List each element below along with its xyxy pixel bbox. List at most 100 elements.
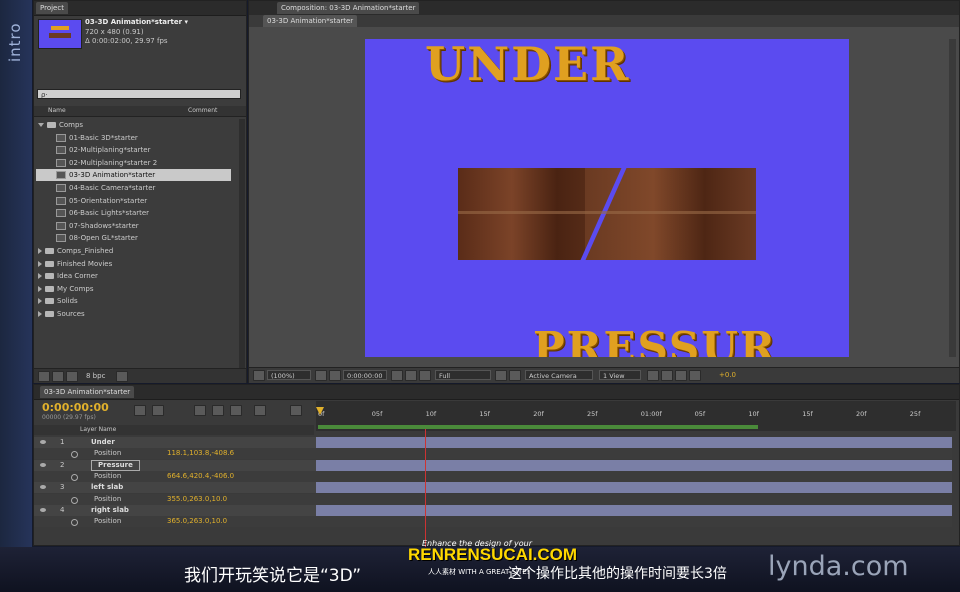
new-comp-icon[interactable] bbox=[66, 371, 78, 382]
expand-arrow-icon[interactable] bbox=[38, 123, 44, 127]
zoom-dropdown[interactable]: (100%) bbox=[267, 370, 311, 380]
mini-flowchart-icon[interactable] bbox=[152, 405, 164, 416]
layer-row[interactable]: 2 Pressure bbox=[34, 459, 952, 471]
project-comp-item[interactable]: 08-Open GL*starter bbox=[36, 232, 256, 244]
graph-editor-icon[interactable] bbox=[290, 405, 302, 416]
visibility-eye-icon[interactable] bbox=[40, 485, 46, 490]
transparency-grid-icon[interactable] bbox=[509, 370, 521, 381]
stopwatch-icon[interactable] bbox=[71, 473, 78, 481]
views-dropdown[interactable]: 1 View bbox=[599, 370, 641, 380]
project-folder-item[interactable]: My Comps bbox=[36, 283, 238, 295]
layer-name[interactable]: left slab bbox=[91, 482, 123, 493]
layer-row[interactable]: 3 left slab bbox=[34, 482, 952, 494]
expand-arrow-icon[interactable] bbox=[38, 248, 42, 254]
expand-arrow-icon[interactable] bbox=[38, 298, 42, 305]
trash-icon[interactable] bbox=[116, 371, 128, 382]
comp-sub-tab[interactable]: 03-3D Animation*starter bbox=[263, 15, 358, 27]
property-row[interactable]: Position 664.6,420.4,-406.0 bbox=[34, 470, 952, 482]
layer-name[interactable]: Pressure bbox=[91, 459, 140, 471]
camera-dropdown[interactable]: Active Camera bbox=[525, 370, 593, 380]
project-comp-item[interactable]: 04-Basic Camera*starter bbox=[36, 182, 256, 194]
always-preview-icon[interactable] bbox=[253, 370, 265, 381]
layer-right-slab[interactable] bbox=[585, 168, 756, 260]
motion-blur-icon[interactable] bbox=[254, 405, 266, 416]
visibility-eye-icon[interactable] bbox=[40, 507, 46, 512]
property-name[interactable]: Position bbox=[94, 494, 121, 505]
grid-icon[interactable] bbox=[315, 370, 327, 381]
project-folder-item[interactable]: Finished Movies bbox=[36, 258, 238, 270]
layer-name-col[interactable]: Layer Name bbox=[80, 426, 116, 433]
layer-row[interactable]: 4 right slab bbox=[34, 504, 952, 516]
project-comp-item[interactable]: 07-Shadows*starter bbox=[36, 220, 256, 232]
side-tab[interactable]: intro bbox=[0, 0, 32, 592]
project-comp-item[interactable]: 02-Multiplaning*starter bbox=[36, 144, 256, 156]
layer-duration-bar[interactable] bbox=[316, 482, 952, 494]
stopwatch-icon[interactable] bbox=[71, 519, 78, 527]
project-comp-item[interactable]: 01-Basic 3D*starter bbox=[36, 132, 256, 144]
position-value[interactable]: 118.1,103.8,-408.6 bbox=[167, 448, 234, 459]
project-comp-item[interactable]: 06-Basic Lights*starter bbox=[36, 207, 256, 219]
stopwatch-icon[interactable] bbox=[71, 496, 78, 504]
expand-arrow-icon[interactable] bbox=[38, 285, 42, 292]
snapshot-icon[interactable] bbox=[391, 370, 403, 381]
fast-preview-icon[interactable] bbox=[661, 370, 673, 381]
flowchart-icon[interactable] bbox=[689, 370, 701, 381]
expand-arrow-icon[interactable] bbox=[38, 273, 42, 280]
region-icon[interactable] bbox=[495, 370, 507, 381]
layer-duration-bar[interactable] bbox=[316, 437, 952, 448]
project-folder-item[interactable]: Idea Corner bbox=[36, 270, 238, 282]
visibility-eye-icon[interactable] bbox=[40, 462, 46, 467]
layer-duration-bar[interactable] bbox=[316, 459, 952, 471]
property-row[interactable]: Position 355.0,263.0,10.0 bbox=[34, 493, 952, 505]
project-comp-item[interactable]: 05-Orientation*starter bbox=[36, 195, 256, 207]
interpret-footage-icon[interactable] bbox=[38, 371, 50, 382]
property-name[interactable]: Position bbox=[94, 516, 121, 527]
timeline-timecode[interactable]: 0:00:00:00 bbox=[42, 401, 109, 414]
project-search-field[interactable]: ρ· bbox=[37, 89, 241, 99]
comp-scrollbar[interactable] bbox=[949, 39, 956, 357]
position-value[interactable]: 664.6,420.4,-406.0 bbox=[167, 471, 234, 482]
channel-icon[interactable] bbox=[419, 370, 431, 381]
bpc-label[interactable]: 8 bpc bbox=[86, 372, 105, 380]
project-scrollbar[interactable] bbox=[239, 119, 245, 369]
layer-pressure-text[interactable]: PRESSUR bbox=[533, 323, 777, 357]
comp-timecode[interactable]: 0:00:00:00 bbox=[343, 370, 387, 380]
frame-blend-icon[interactable] bbox=[230, 405, 242, 416]
layer-row[interactable]: 1 Under bbox=[34, 437, 952, 448]
search-layers-icon[interactable] bbox=[134, 405, 146, 416]
project-folder-item[interactable]: Comps_Finished bbox=[36, 245, 238, 257]
mask-icon[interactable] bbox=[329, 370, 341, 381]
project-folder-item[interactable]: Comps bbox=[36, 119, 238, 131]
shy-icon[interactable] bbox=[212, 405, 224, 416]
current-time-indicator[interactable] bbox=[316, 407, 324, 425]
layer-name[interactable]: right slab bbox=[91, 505, 129, 516]
expand-arrow-icon[interactable] bbox=[38, 260, 42, 267]
layer-duration-bar[interactable] bbox=[316, 504, 952, 516]
property-name[interactable]: Position bbox=[94, 448, 121, 459]
visibility-eye-icon[interactable] bbox=[40, 440, 46, 444]
exposure-value[interactable]: +0.0 bbox=[719, 371, 736, 379]
project-folder-item[interactable]: Sources bbox=[36, 308, 238, 320]
timeline-tab[interactable]: 03-3D Animation*starter bbox=[40, 386, 135, 398]
property-row[interactable]: Position 118.1,103.8,-408.6 bbox=[34, 448, 952, 460]
col-name[interactable]: Name bbox=[48, 107, 66, 114]
new-folder-icon[interactable] bbox=[52, 371, 64, 382]
toggle-pixel-icon[interactable] bbox=[647, 370, 659, 381]
position-value[interactable]: 365.0,263.0,10.0 bbox=[167, 516, 227, 527]
position-value[interactable]: 355.0,263.0,10.0 bbox=[167, 494, 227, 505]
resolution-dropdown[interactable]: Full bbox=[435, 370, 491, 380]
work-area-bar[interactable] bbox=[318, 425, 758, 429]
draft-3d-icon[interactable] bbox=[194, 405, 206, 416]
property-row[interactable]: Position 365.0,263.0,10.0 bbox=[34, 516, 952, 528]
stopwatch-icon[interactable] bbox=[71, 451, 78, 459]
timeline-icon[interactable] bbox=[675, 370, 687, 381]
layer-name[interactable]: Under bbox=[91, 437, 115, 448]
layer-under-text[interactable]: UNDER bbox=[425, 39, 630, 91]
project-folder-item[interactable]: Solids bbox=[36, 295, 238, 307]
comp-viewer[interactable]: UNDER PRESSUR bbox=[365, 39, 849, 357]
composition-tab[interactable]: Composition: 03-3D Animation*starter bbox=[277, 2, 420, 14]
expand-arrow-icon[interactable] bbox=[38, 311, 42, 317]
project-tab[interactable]: Project bbox=[36, 2, 68, 14]
property-name[interactable]: Position bbox=[94, 471, 121, 482]
show-snapshot-icon[interactable] bbox=[405, 370, 417, 381]
